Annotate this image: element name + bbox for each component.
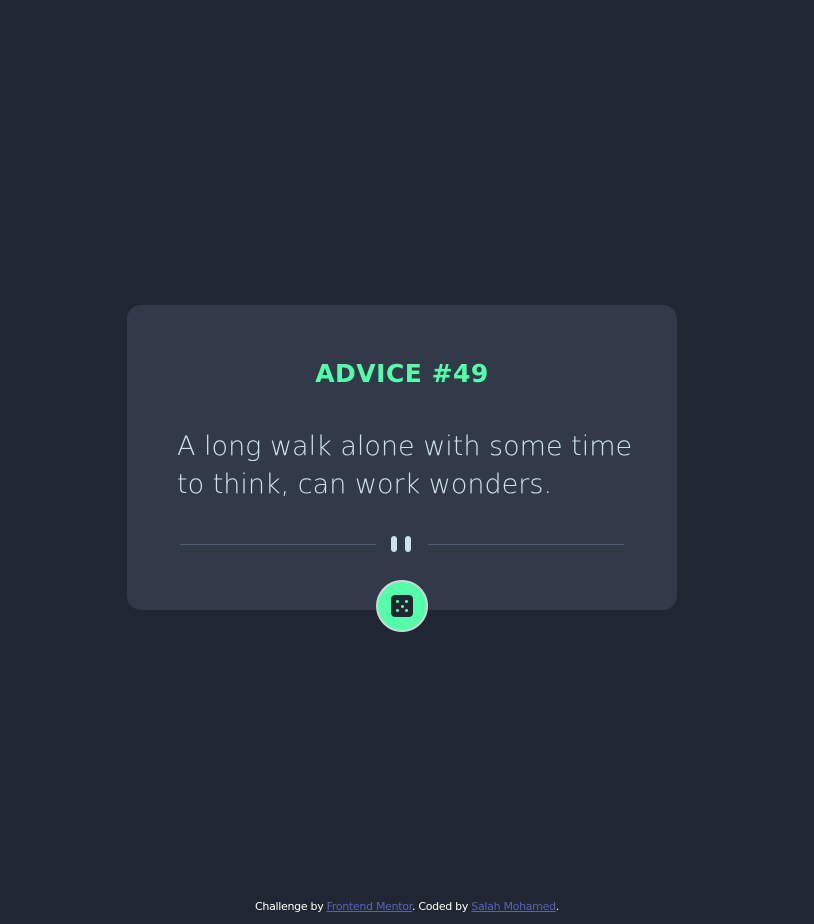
pause-icon <box>391 536 413 552</box>
footer-middle: . Coded by <box>411 900 472 913</box>
author-link[interactable]: Salah Mohamed <box>471 900 556 913</box>
frontend-mentor-link[interactable]: Frontend Mentor <box>327 900 413 913</box>
divider-line-left <box>180 544 376 545</box>
advice-title: ADVICE #49 <box>315 359 489 388</box>
advice-quote: A long walk alone with some time to thin… <box>177 431 633 500</box>
advice-card: ADVICE #49 A long walk alone with some t… <box>127 305 677 632</box>
new-advice-button[interactable] <box>376 580 428 632</box>
footer-prefix: Challenge by <box>255 900 327 913</box>
divider-line-right <box>428 544 624 545</box>
dice-icon <box>391 595 413 617</box>
attribution-footer: Challenge by Frontend Mentor. Coded by S… <box>0 900 814 913</box>
pattern-divider <box>180 535 624 553</box>
footer-suffix: . <box>555 900 560 913</box>
